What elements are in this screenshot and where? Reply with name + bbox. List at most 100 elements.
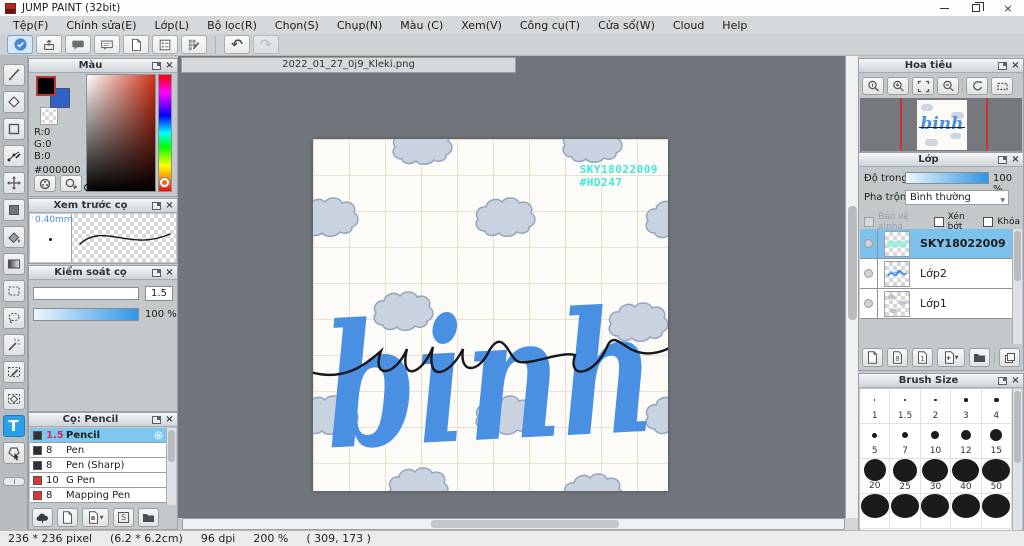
brush-size-option[interactable] [890,494,921,529]
menu-edit[interactable]: Chỉnh sửa(E) [57,19,145,32]
layer-visibility-toggle[interactable] [860,289,878,318]
close-icon[interactable]: × [1010,154,1021,165]
brush-script-button[interactable]: S [113,508,134,527]
brush-size-option[interactable]: 25 [890,459,921,494]
palette-button[interactable] [34,175,56,192]
brush-size-option[interactable]: 12 [951,424,982,459]
popout-icon[interactable] [998,61,1007,70]
brush-size-scrollbar[interactable] [1012,389,1022,530]
zoom-in-button[interactable] [887,77,909,95]
eraser-tool[interactable] [2,91,25,113]
brush-cloud-button[interactable] [32,508,53,527]
layer-settings-gear-icon[interactable] [1006,237,1008,250]
brush-size-option[interactable]: 1.5 [890,389,921,424]
brush-folder-button[interactable] [138,508,159,527]
menu-window[interactable]: Cửa sổ(W) [589,19,664,32]
close-icon[interactable]: × [164,200,175,211]
brush-row[interactable]: 8 Pen [30,443,168,458]
document-tab[interactable]: 2022_01_27_0j9_Kleki.png [181,57,516,73]
select-pen-tool[interactable] [2,361,25,383]
foreground-color-swatch[interactable] [36,76,56,96]
gradient-tool[interactable] [2,253,25,275]
toolstrip-slider[interactable] [2,477,25,486]
brush-row[interactable]: 8 Mapping Pen [30,488,168,503]
select-eraser-tool[interactable] [2,388,25,410]
brush-size-option[interactable]: 7 [890,424,921,459]
select-rect-tool[interactable] [2,280,25,302]
brush-size-option[interactable] [981,494,1012,529]
brush-settings-gear-icon[interactable] [153,430,164,441]
brush-size-option[interactable] [920,494,952,529]
restore-button[interactable] [960,0,992,16]
cloud-sync-button[interactable] [7,35,33,54]
brush-size-option[interactable] [860,494,891,529]
menu-layer[interactable]: Lớp(L) [146,19,199,32]
clipping-checkbox[interactable] [933,217,944,227]
form-button[interactable] [152,35,178,54]
hue-slider-cursor[interactable] [160,178,169,187]
navigator-viewport[interactable]: binh [860,98,1022,151]
canvas-horizontal-scrollbar[interactable] [182,518,845,530]
magic-wand-tool[interactable] [2,334,25,356]
brush-size-value[interactable]: 1.5 [145,286,173,301]
brush-row[interactable]: 8 Pen (Sharp) [30,458,168,473]
lock-checkbox[interactable] [983,217,994,227]
popout-icon[interactable] [998,155,1007,164]
brush-row[interactable]: 10 G Pen [30,473,168,488]
brush-size-option[interactable]: 20 [860,459,891,494]
menu-file[interactable]: Tệp(F) [4,19,57,32]
brush-row[interactable]: 1.5 Pencil [30,428,168,443]
palette-add-button[interactable] [60,175,82,192]
brush-size-option[interactable] [951,494,982,529]
text-tool[interactable]: T [2,415,25,437]
canvas-vertical-scrollbar[interactable] [845,56,858,518]
shape-tool[interactable] [2,118,25,140]
add-1bit-layer-button[interactable]: 1 [912,348,933,367]
layer-row[interactable]: SKY18022009 [860,229,1012,259]
comment-button[interactable] [65,35,91,54]
layer-row[interactable]: ~ Lớp2 [860,259,1012,289]
saturation-value-picker[interactable] [86,74,156,192]
rotate-reset-button[interactable] [966,77,988,95]
brush-opacity-slider[interactable] [33,308,139,321]
move-tool[interactable] [2,172,25,194]
brush-list-scrollbar[interactable] [166,428,176,505]
blend-mode-select[interactable]: Bình thường ▼ [905,190,1009,205]
hue-slider[interactable] [158,74,172,192]
brush-size-option[interactable]: 3 [951,389,982,424]
transparent-color-swatch[interactable] [40,107,58,125]
menu-snap[interactable]: Chụp(N) [328,19,391,32]
brush-size-option[interactable]: 30 [920,459,952,494]
menu-cloud[interactable]: Cloud [664,19,713,32]
canvas[interactable]: binh SKY18022009 #HD247 [313,139,668,491]
zoom-out-button[interactable] [937,77,959,95]
zoom-reset-button[interactable] [862,77,884,95]
brush-size-option[interactable]: 4 [981,389,1012,424]
popout-icon[interactable] [152,61,161,70]
layers-scrollbar[interactable] [1012,229,1022,344]
menu-view[interactable]: Xem(V) [452,19,511,32]
menu-tools[interactable]: Công cụ(T) [511,19,589,32]
close-icon[interactable]: × [1010,375,1021,386]
brush-size-option[interactable]: 10 [920,424,952,459]
popout-icon[interactable] [998,376,1007,385]
layer-folder-button[interactable] [969,348,990,367]
menu-select[interactable]: Chọn(S) [266,19,328,32]
fit-width-button[interactable] [991,77,1013,95]
brush-add-type-button[interactable]: ▼ [82,508,109,527]
close-icon[interactable]: × [164,60,175,71]
undo-button[interactable]: ↶ [224,35,250,54]
document-button[interactable] [123,35,149,54]
menu-color[interactable]: Màu (C) [391,19,452,32]
brush-size-option[interactable]: 50 [981,459,1012,494]
layer-opacity-slider[interactable] [905,172,989,184]
control-point-tool[interactable] [2,145,25,167]
close-icon[interactable]: × [164,267,175,278]
fit-screen-button[interactable] [912,77,934,95]
brush-add-button[interactable] [57,508,78,527]
hscroll-thumb[interactable] [431,520,619,528]
operation-tool[interactable] [2,442,25,464]
brush-size-option[interactable]: 5 [860,424,891,459]
fill-shape-tool[interactable] [2,199,25,221]
brush-size-option[interactable]: 15 [981,424,1012,459]
